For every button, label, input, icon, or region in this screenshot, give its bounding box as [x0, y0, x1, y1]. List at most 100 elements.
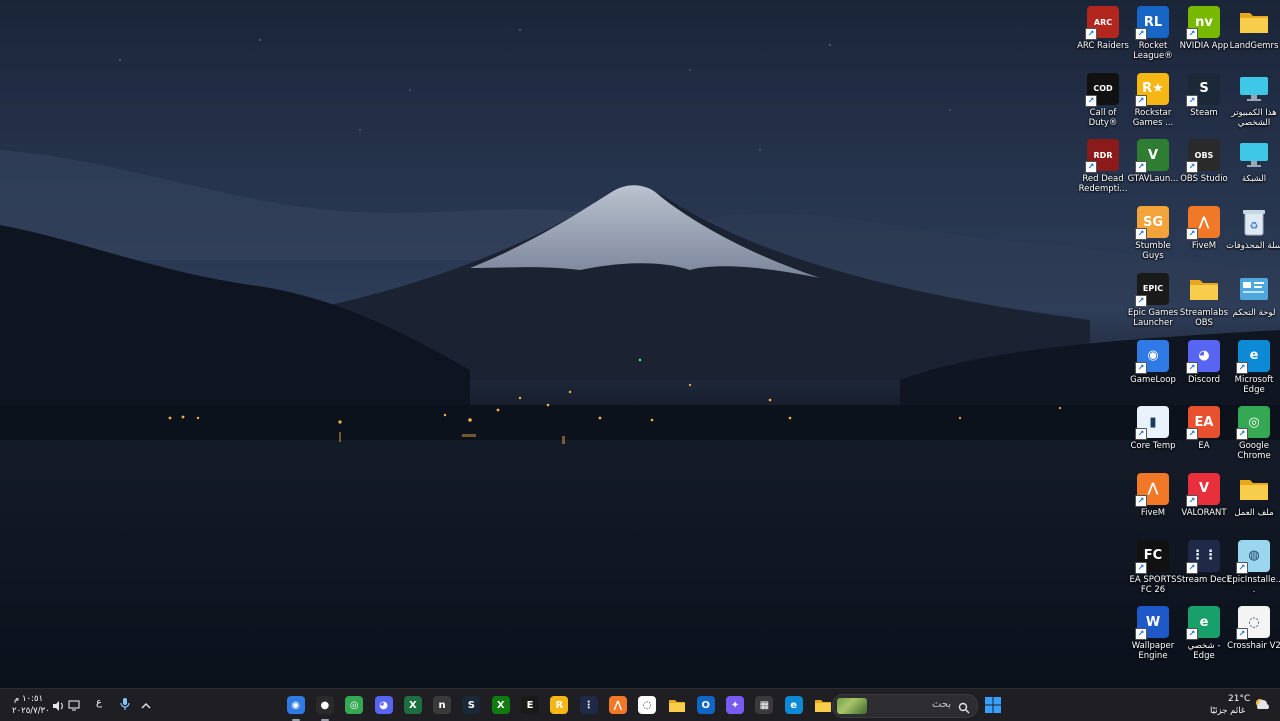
desktop-icon[interactable]: لوحة التحكم: [1229, 273, 1279, 337]
taskbar-nvidia-icon: n: [433, 696, 452, 714]
desktop-icon-arc-raiders[interactable]: ARC ↗ ARC Raiders: [1077, 6, 1129, 70]
taskbar-crosshair[interactable]: ◌: [636, 694, 658, 716]
app-icon-glyph: e: [1199, 614, 1209, 630]
taskbar-file-explorer[interactable]: [812, 694, 834, 716]
desktop-icon-rocket-league[interactable]: RL ↗ Rocket League®: [1128, 6, 1178, 70]
taskbar-store[interactable]: ▦: [753, 694, 775, 716]
desktop-icon-label: شخصي - Edge: [1187, 641, 1221, 662]
shortcut-arrow-icon: ↗: [1085, 161, 1097, 174]
desktop-icon-stumble-guys[interactable]: SG ↗ Stumble Guys: [1128, 206, 1178, 270]
desktop-icon-label: هذا الكمبيوتر الشخصي: [1231, 107, 1277, 128]
desktop-icon-fivem[interactable]: ⋀ ↗ FiveM: [1179, 206, 1229, 270]
app-icon: ⋀ ↗: [1135, 472, 1169, 507]
weather-cloud-icon: [1254, 696, 1272, 715]
app-icon: ◍ ↗: [1236, 539, 1270, 574]
taskbar-discord[interactable]: ◕: [373, 694, 395, 716]
desktop[interactable]: ARC ↗ ARC Raiders RL ↗ Rocket League® nv ↗ NVIDI…: [0, 0, 1280, 688]
desktop-icon-fivem[interactable]: ⋀ ↗ FiveM: [1128, 472, 1178, 537]
desktop-icon-stream-deck[interactable]: ⋮⋮ ↗ Stream Deck: [1177, 539, 1231, 604]
app-icon-glyph: V: [1198, 481, 1210, 497]
taskbar-steam[interactable]: S: [460, 694, 482, 716]
taskbar-gameloop[interactable]: ◉: [285, 694, 307, 721]
desktop-icon-epicinstalle[interactable]: ◍ ↗ EpicInstalle...: [1227, 539, 1280, 604]
desktop-icon-label: Discord: [1188, 374, 1220, 385]
taskbar-discord-icon: ◕: [374, 696, 393, 714]
microphone-icon[interactable]: [119, 696, 131, 715]
volume-icon[interactable]: [52, 697, 66, 716]
desktop-icon-label: Google Chrome: [1237, 441, 1271, 462]
app-icon: RDR ↗: [1085, 139, 1119, 174]
app-icon-glyph: FC: [1143, 548, 1163, 564]
app-icon: V ↗: [1135, 139, 1169, 174]
desktop-icon-streamlabs-obs[interactable]: Streamlabs OBS: [1179, 273, 1229, 337]
app-icon: V ↗: [1186, 472, 1220, 507]
app-icon-glyph: V: [1147, 147, 1159, 163]
app-icon-glyph: OBS: [1194, 150, 1214, 160]
desktop-icon-nvidia-app[interactable]: nv ↗ NVIDIA App: [1179, 6, 1229, 70]
search-box[interactable]: بحث: [832, 694, 978, 718]
desktop-icon-valorant[interactable]: V ↗ VALORANT: [1179, 472, 1229, 537]
desktop-icon[interactable]: هذا الكمبيوتر الشخصي: [1229, 73, 1279, 137]
desktop-icon-discord[interactable]: ◕ ↗ Discord: [1179, 339, 1229, 404]
shortcut-arrow-icon: ↗: [1135, 28, 1147, 40]
taskbar-excel[interactable]: X: [402, 694, 424, 716]
taskbar-fivem[interactable]: ⋀: [607, 694, 629, 716]
desktop-icon-core-temp[interactable]: ▮ ↗ Core Temp: [1128, 406, 1178, 470]
desktop-icon-gameloop[interactable]: ◉ ↗ GameLoop: [1128, 339, 1178, 404]
desktop-icon-wallpaper-engine[interactable]: W ↗ Wallpaper Engine: [1128, 606, 1178, 670]
desktop-icon-call-of-duty[interactable]: COD ↗ Call of Duty®: [1078, 72, 1128, 137]
desktop-icon-ea-sports-fc-26[interactable]: FC ↗ EA SPORTS FC 26: [1128, 539, 1178, 604]
taskbar-epic[interactable]: E: [519, 694, 541, 716]
desktop-icon-label: Wallpaper Engine: [1131, 641, 1175, 662]
weather-widget[interactable]: 21°C غائم جزئيًا: [1210, 692, 1274, 718]
desktop-icon-rockstar-games[interactable]: R★ ↗ Rockstar Games ...: [1128, 72, 1178, 137]
app-icon: ◉ ↗: [1135, 339, 1169, 374]
desktop-icon-google-chrome[interactable]: ◎ ↗ Google Chrome: [1229, 406, 1279, 470]
desktop-icon-gtavlaun[interactable]: V ↗ GTAVLaun...: [1128, 139, 1178, 203]
clock[interactable]: ١٠:٥١ م ٢٠٢٥/٧/٣٠: [10, 692, 50, 718]
desktop-icon-ea[interactable]: EA ↗ EA: [1179, 406, 1229, 470]
taskbar-stream-deck[interactable]: ⋮: [578, 694, 600, 716]
taskbar-fivem-icon: ⋀: [608, 696, 627, 714]
desktop-icon-label: Stumble Guys: [1135, 241, 1171, 262]
desktop-icon-label: الشبكة: [1241, 174, 1267, 185]
taskbar-rockstar[interactable]: R: [548, 694, 570, 716]
taskbar-chrome-icon: ◎: [345, 696, 364, 714]
desktop-icon-obs-studio[interactable]: OBS ↗ OBS Studio: [1179, 139, 1229, 203]
network-icon[interactable]: [68, 697, 82, 716]
desktop-icon[interactable]: ملف العمل: [1229, 473, 1279, 537]
taskbar-xbox[interactable]: X: [490, 694, 512, 716]
taskbar-folder[interactable]: [666, 694, 688, 716]
taskbar-rockstar-icon: R: [550, 696, 569, 714]
taskbar-outlook[interactable]: O: [695, 694, 717, 716]
taskbar-xbox-icon: X: [491, 696, 510, 714]
desktop-icon-epic-games-launcher[interactable]: EPIC ↗ Epic Games Launcher: [1128, 272, 1178, 337]
desktop-icon-crosshair-v2[interactable]: ◌ ↗ Crosshair V2: [1227, 606, 1280, 670]
app-icon: W ↗: [1135, 606, 1169, 641]
start-button[interactable]: [982, 694, 1004, 716]
app-icon-glyph: ◍: [1248, 548, 1260, 564]
tray-overflow-chevron-icon[interactable]: [140, 697, 152, 716]
desktop-icon[interactable]: الشبكة: [1229, 139, 1279, 203]
desktop-icon-label: EA: [1198, 441, 1210, 452]
shortcut-arrow-icon: ↗: [1186, 228, 1198, 241]
desktop-icon-landgemrs[interactable]: LandGemrs: [1229, 6, 1279, 70]
input-language-indicator[interactable]: ع: [96, 697, 102, 708]
taskbar-nvidia[interactable]: n: [431, 694, 453, 716]
taskbar-edge[interactable]: e: [783, 694, 805, 716]
taskbar-copilot[interactable]: ✦: [724, 694, 746, 716]
desktop-icon-red-dead-redempti[interactable]: RDR ↗ Red Dead Redempti...: [1078, 139, 1128, 203]
taskbar-outlook-icon: O: [696, 696, 715, 714]
svg-text:♻: ♻: [1250, 221, 1259, 232]
desktop-icon-edge[interactable]: e ↗ شخصي - Edge: [1179, 606, 1229, 670]
desktop-icon-microsoft-edge[interactable]: e ↗ Microsoft Edge: [1229, 339, 1279, 404]
desktop-icon-label: لوحة التحكم: [1232, 307, 1276, 318]
taskbar-obs[interactable]: ●: [314, 694, 336, 721]
shortcut-arrow-icon: ↗: [1085, 94, 1097, 107]
network-icon: [1238, 139, 1270, 171]
desktop-icon[interactable]: ♻ سلة المحذوفات: [1226, 206, 1280, 270]
taskbar-chrome[interactable]: ◎: [343, 694, 365, 716]
desktop-icon-label: Call of Duty®: [1088, 107, 1118, 128]
weather-condition: غائم جزئيًا: [1210, 706, 1246, 716]
desktop-icon-steam[interactable]: S ↗ Steam: [1179, 72, 1229, 137]
